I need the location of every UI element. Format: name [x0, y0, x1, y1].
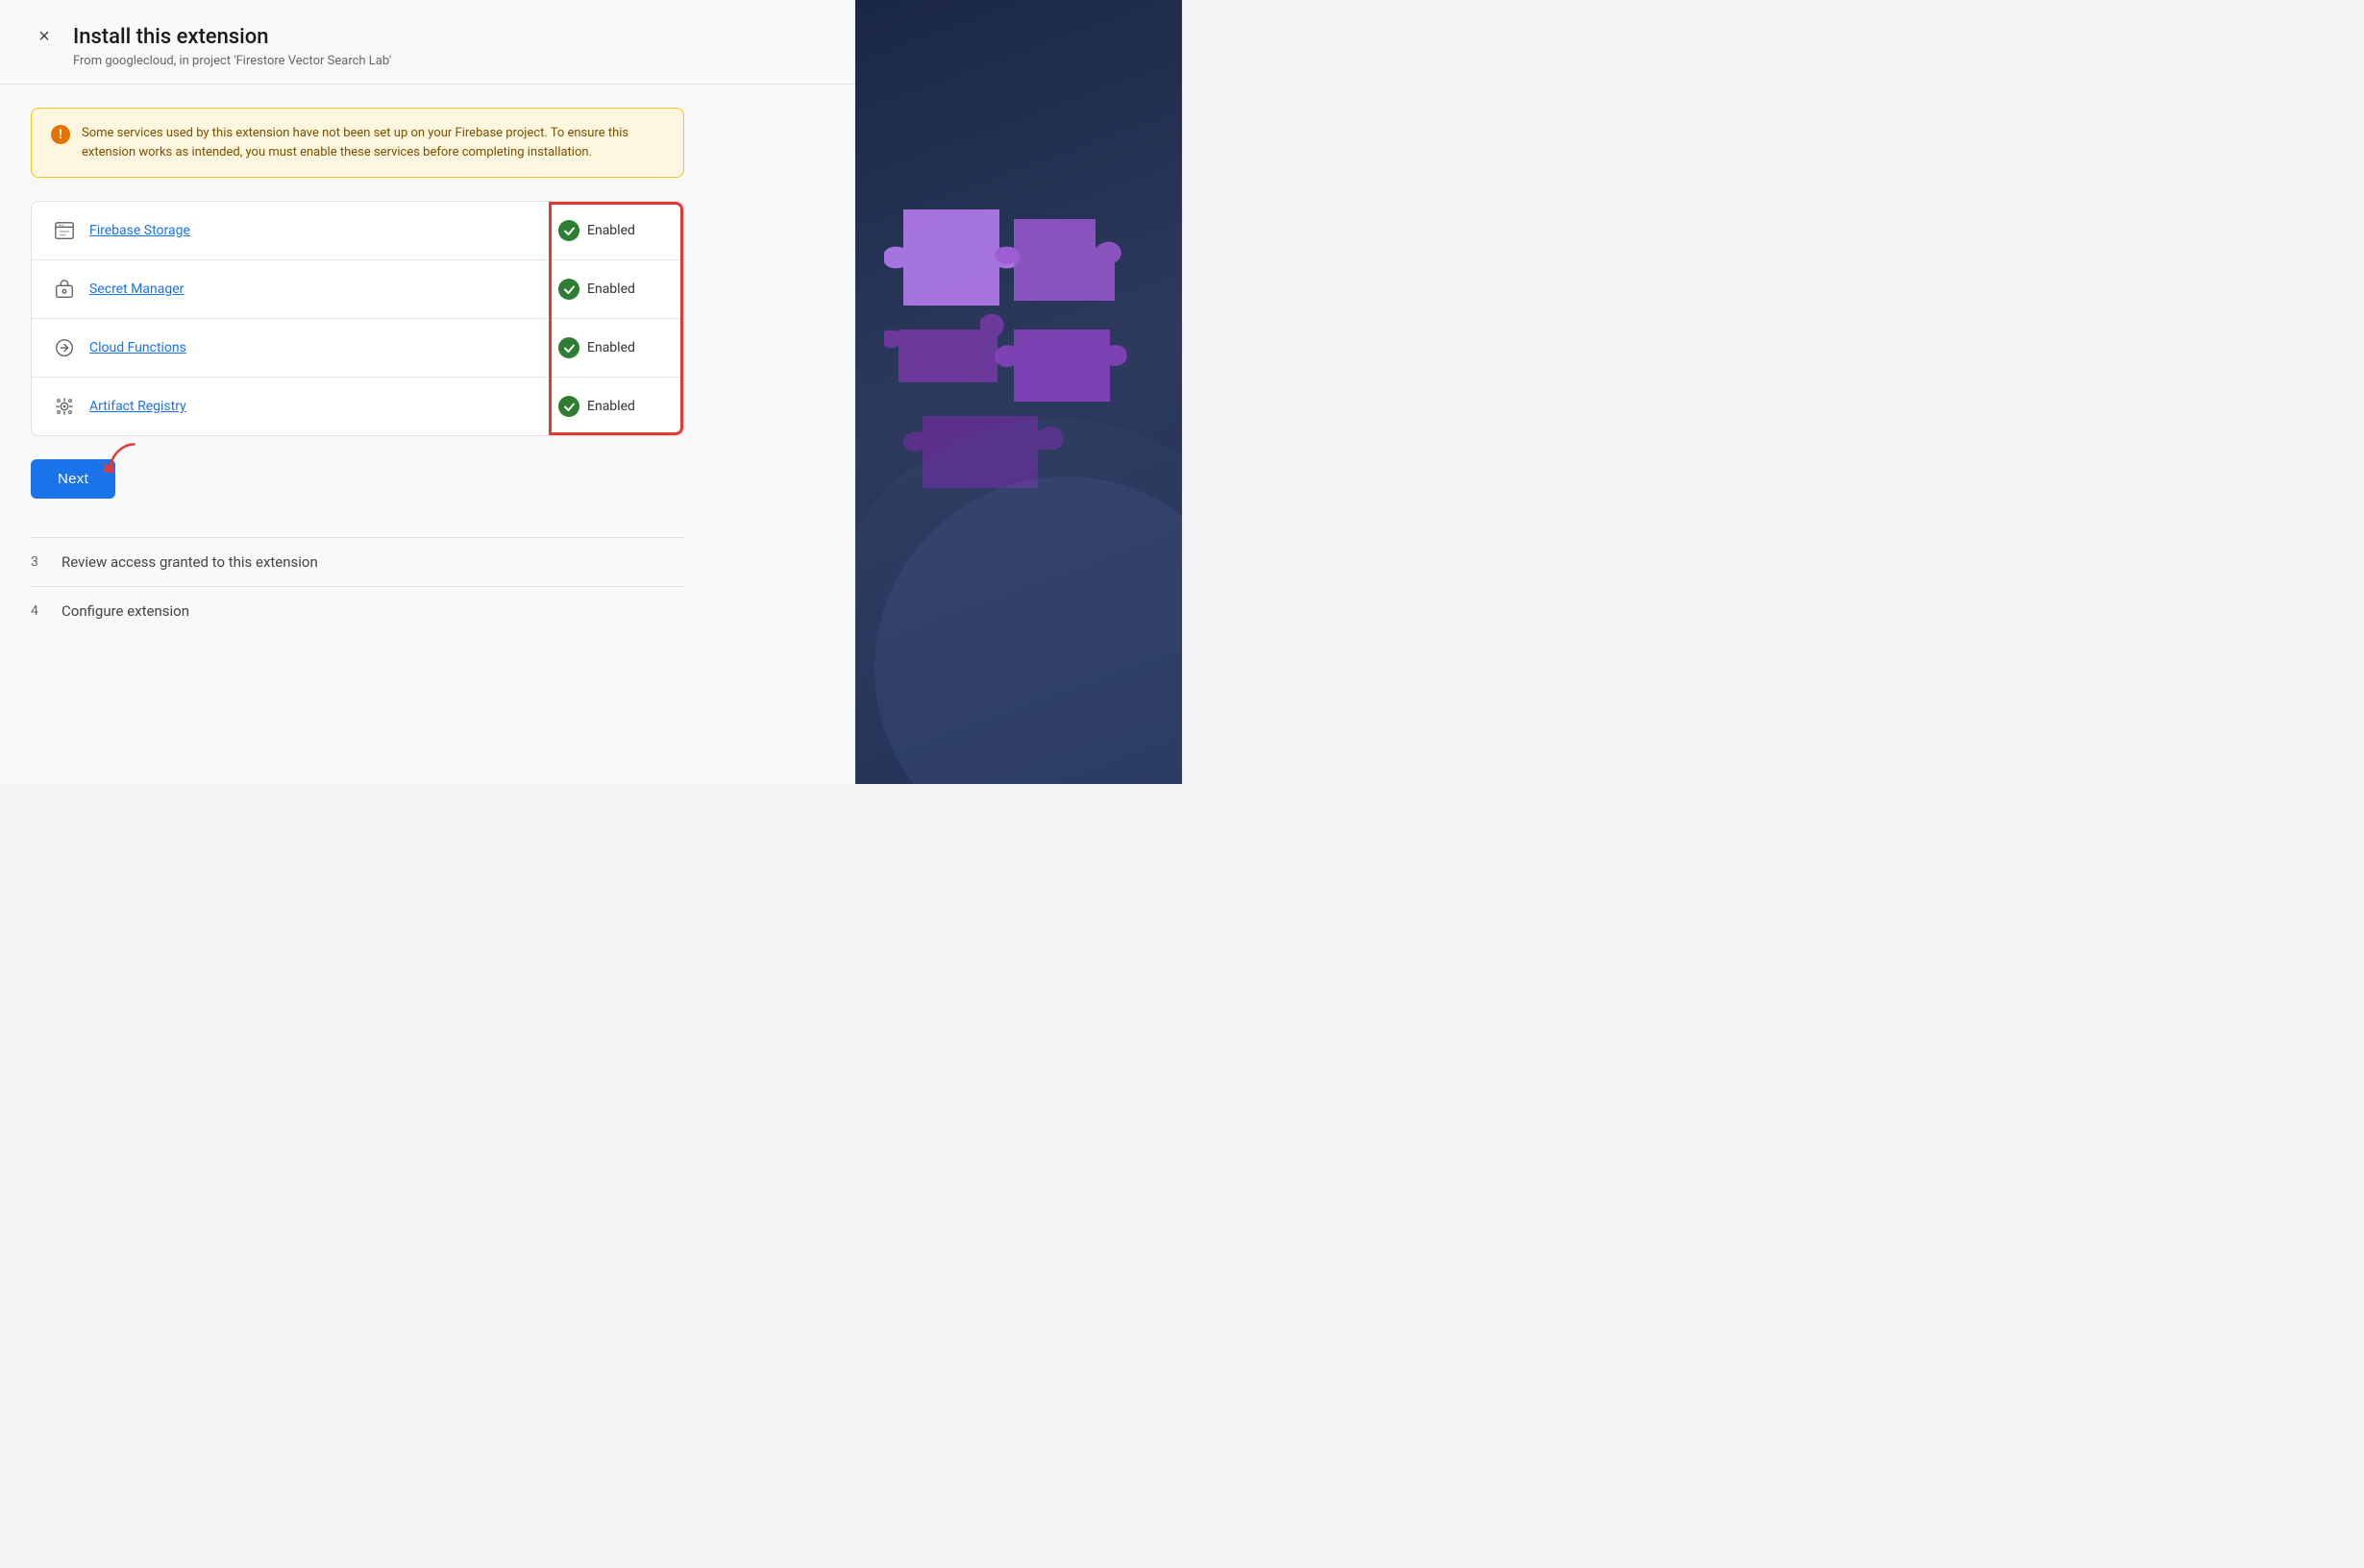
- services-card: Firebase Storage Enabled: [31, 201, 684, 436]
- artifact-registry-check: [558, 396, 579, 417]
- cloud-functions-check: [558, 337, 579, 358]
- step-4-number: 4: [31, 602, 46, 619]
- service-row-firebase-storage: Firebase Storage Enabled: [32, 202, 683, 260]
- service-row-artifact-registry: Artifact Registry Enabled: [32, 378, 683, 435]
- step-item-4: 4 Configure extension: [31, 586, 684, 635]
- artifact-registry-link[interactable]: Artifact Registry: [89, 399, 186, 414]
- service-row-secret-manager: Secret Manager Enabled: [32, 260, 683, 319]
- right-panel: [855, 0, 1182, 784]
- secret-manager-status: Enabled: [558, 279, 664, 300]
- firebase-storage-icon: [51, 217, 78, 244]
- cloud-functions-link[interactable]: Cloud Functions: [89, 340, 186, 355]
- artifact-registry-status-text: Enabled: [587, 399, 635, 414]
- cloud-functions-icon: [51, 334, 78, 361]
- firebase-storage-status-text: Enabled: [587, 223, 635, 238]
- secret-manager-icon: [51, 276, 78, 303]
- artifact-registry-icon: [51, 393, 78, 420]
- firebase-storage-link[interactable]: Firebase Storage: [89, 223, 190, 238]
- bg-circle2: [855, 419, 1182, 784]
- main-panel: × Install this extension From googleclou…: [0, 0, 855, 784]
- firebase-storage-check: [558, 220, 579, 241]
- step-3-number: 3: [31, 553, 46, 570]
- step-3-label: Review access granted to this extension: [62, 553, 318, 571]
- step-item-3: 3 Review access granted to this extensio…: [31, 537, 684, 586]
- cloud-functions-status-text: Enabled: [587, 340, 635, 355]
- warning-banner: ! Some services used by this extension h…: [31, 108, 684, 178]
- header-subtitle: From googlecloud, in project 'Firestore …: [73, 54, 825, 68]
- secret-manager-link[interactable]: Secret Manager: [89, 282, 184, 297]
- step-4-label: Configure extension: [62, 602, 189, 620]
- page-title: Install this extension: [73, 25, 268, 49]
- cloud-functions-status: Enabled: [558, 337, 664, 358]
- warning-icon: !: [51, 125, 70, 144]
- header: × Install this extension From googleclou…: [0, 0, 855, 85]
- firebase-storage-status: Enabled: [558, 220, 664, 241]
- secret-manager-status-text: Enabled: [587, 282, 635, 297]
- next-button[interactable]: Next: [31, 459, 115, 499]
- service-row-cloud-functions: Cloud Functions Enabled: [32, 319, 683, 378]
- close-button[interactable]: ×: [31, 23, 58, 50]
- warning-text: Some services used by this extension hav…: [82, 124, 664, 161]
- steps-below: 3 Review access granted to this extensio…: [31, 537, 684, 635]
- step-container: ! Some services used by this extension h…: [31, 108, 684, 635]
- artifact-registry-status: Enabled: [558, 396, 664, 417]
- button-area: Next: [31, 459, 115, 499]
- secret-manager-check: [558, 279, 579, 300]
